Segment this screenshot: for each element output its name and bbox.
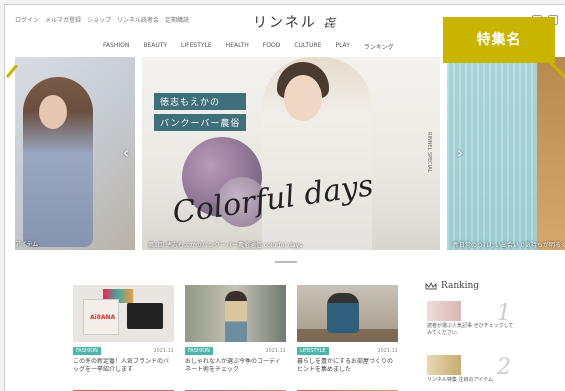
ranking-thumbnail (427, 301, 461, 321)
feature-title-line: 徳志もえかの (154, 93, 247, 110)
ranking-title[interactable]: リンネル特集 注目のアイテム (427, 377, 517, 384)
model-photo (225, 291, 247, 342)
carousel-next-button[interactable]: › (453, 143, 467, 163)
carousel-prev-button[interactable]: ‹ (119, 143, 133, 163)
logo-text: リンネル (253, 15, 317, 31)
article-card[interactable]: Ai8ANA FASHION 2021.11 この冬の新定番！人気ブランドのバッ… (73, 285, 174, 374)
utility-link[interactable]: ショップ (87, 15, 111, 24)
article-title[interactable]: この冬の新定番！人気ブランドのバッグを一挙紹介します (73, 358, 174, 374)
feature-name-badge: 特集名 (443, 17, 555, 63)
category-tag[interactable]: FASHION (185, 347, 213, 355)
article-thumbnail (297, 285, 398, 342)
crown-icon (425, 282, 437, 290)
slide-photo-face (39, 95, 67, 129)
utility-link[interactable]: メルマガ登録 (45, 15, 81, 24)
nav-item[interactable]: LIFESTYLE (179, 42, 214, 51)
ranking-thumbnail (427, 355, 461, 375)
utility-link[interactable]: 定期購読 (165, 15, 189, 24)
tote-bag-photo: Ai8ANA (83, 299, 119, 335)
ranking-item[interactable]: 1 読者が選ぶ人気記事 ぜひチェックしてみてください (425, 301, 520, 345)
slide-caption: アイテム (15, 241, 39, 248)
bag-logo: Ai8ANA (90, 314, 116, 321)
article-date: 2021.11 (153, 348, 174, 354)
slide-caption: 第1回 徳志もえかのバンクーバー農俗通信 colorful days (148, 242, 303, 249)
carousel-slide-prev[interactable]: ‹ (15, 57, 135, 250)
nav-item[interactable]: BEAUTY (141, 42, 169, 51)
article-title[interactable]: 暮らしを豊かにするお部屋づくりのヒントを集めました (297, 358, 398, 374)
article-thumbnail: Ai8ANA (73, 285, 174, 342)
nav-item[interactable]: PLAY (333, 42, 351, 51)
article-card[interactable]: LIFESTYLE 2021.11 暮らしを豊かにするお部屋づくりのヒントを集め… (297, 285, 398, 374)
laptop-photo (127, 303, 163, 329)
pointer-arrow-icon (5, 65, 19, 78)
category-tag[interactable]: FASHION (73, 347, 101, 355)
ranking-heading: Ranking (441, 281, 480, 291)
ranking-item[interactable]: 2 リンネル特集 注目のアイテム (425, 355, 520, 391)
nav-item[interactable]: CULTURE (292, 42, 323, 51)
nav-item[interactable]: HEALTH (224, 42, 251, 51)
article-date: 2021.11 (265, 348, 286, 354)
site-logo[interactable]: リンネル 㐂 (253, 12, 337, 32)
nav-item[interactable]: FOOD (261, 42, 283, 51)
model-face (284, 75, 322, 121)
carousel-slide-main[interactable]: 徳志もえかの バンクーバー農俗 Colorful days RINNEL SPE… (142, 57, 440, 250)
nav-item[interactable]: FASHION (101, 42, 131, 51)
nav-item[interactable]: ランキング (362, 42, 396, 51)
utility-link[interactable]: リンネル読者会 (117, 15, 159, 24)
ranking-title[interactable]: 読者が選ぶ人気記事 ぜひチェックしてみてください (427, 323, 517, 337)
ranking-panel: Ranking 1 読者が選ぶ人気記事 ぜひチェックしてみてください 2 リンネ… (425, 281, 520, 391)
feature-title: 徳志もえかの バンクーバー農俗 (154, 93, 247, 131)
feature-title-line: バンクーバー農俗 (154, 114, 247, 131)
side-tag: RINNEL SPECIAL (426, 132, 432, 173)
article-card[interactable]: FASHION 2021.11 おしゃれな人が選ぶ今季のコーディネート術をチェッ… (185, 285, 286, 374)
carousel-slide-next[interactable]: › 新日常のうれしい出会いで気持ちが明るく (447, 57, 565, 250)
main-nav: FASHION BEAUTY LIFESTYLE HEALTH FOOD CUL… (101, 42, 396, 51)
utility-link[interactable]: ログイン (15, 15, 39, 24)
article-title[interactable]: おしゃれな人が選ぶ今季のコーディネート術をチェック (185, 358, 286, 374)
slide-caption: 新日常のうれしい出会いで気持ちが明るく (453, 242, 565, 249)
logo-mark: 㐂 (323, 16, 338, 30)
carousel-indicator[interactable] (275, 261, 297, 263)
wooden-box-photo (537, 57, 565, 250)
page-frame: ログイン メルマガ登録 ショップ リンネル読者会 定期購読 リンネル 㐂 FAS… (4, 4, 565, 391)
article-thumbnail (185, 285, 286, 342)
article-date: 2021.11 (377, 348, 398, 354)
category-tag[interactable]: LIFESTYLE (297, 347, 329, 355)
person-photo (327, 293, 359, 333)
utility-links: ログイン メルマガ登録 ショップ リンネル読者会 定期購読 (15, 15, 189, 24)
